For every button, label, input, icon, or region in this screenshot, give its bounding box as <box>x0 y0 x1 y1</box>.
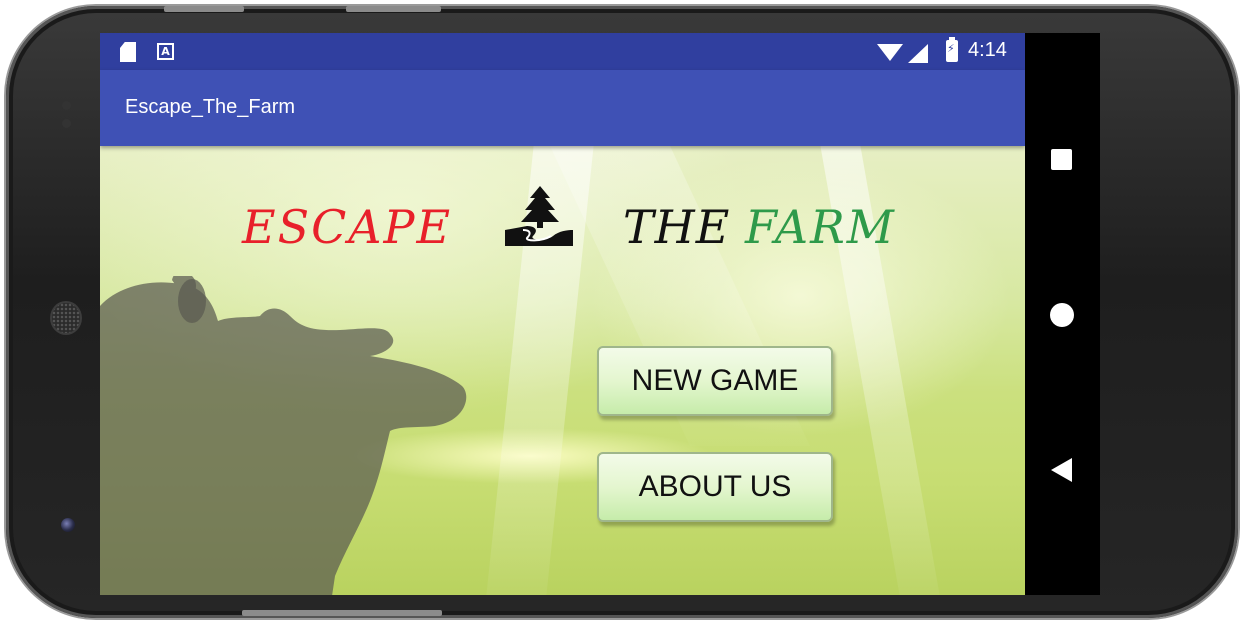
proximity-sensor <box>62 101 71 110</box>
status-bar: A 4:14 <box>100 33 1025 70</box>
logo-word-farm: FARM <box>745 200 896 254</box>
new-game-button[interactable]: NEW GAME <box>597 346 833 416</box>
about-us-button[interactable]: ABOUT US <box>597 452 833 522</box>
device-screen: A 4:14 Escape_The_Farm ESCAPE THE FARM <box>100 33 1100 595</box>
logo-word-escape: ESCAPE <box>242 200 453 254</box>
status-clock: 4:14 <box>968 39 1007 61</box>
sd-card-icon <box>120 42 136 62</box>
battery-charging-icon <box>946 37 958 62</box>
logo-word-the: THE <box>623 200 731 254</box>
side-button <box>242 610 442 616</box>
front-camera <box>61 518 75 532</box>
power-button <box>164 6 244 12</box>
home-circle-icon[interactable] <box>1050 303 1074 327</box>
volume-button <box>346 6 441 12</box>
cow-silhouette-image <box>100 276 467 595</box>
app-bar: Escape_The_Farm <box>100 70 1025 146</box>
recents-square-icon[interactable] <box>1051 149 1072 170</box>
back-triangle-icon[interactable] <box>1051 458 1072 482</box>
wifi-icon <box>877 44 903 61</box>
signal-icon <box>908 44 928 63</box>
light-sensor <box>62 119 71 128</box>
navigation-bar <box>1025 33 1100 595</box>
game-logo: ESCAPE THE FARM <box>100 186 1025 266</box>
speaker-grille <box>52 303 80 333</box>
a-notification-icon: A <box>157 43 174 60</box>
app-title: Escape_The_Farm <box>125 96 296 118</box>
tree-road-icon <box>505 186 573 246</box>
main-content: ESCAPE THE FARM NEW GAME ABOUT US <box>100 146 1025 595</box>
